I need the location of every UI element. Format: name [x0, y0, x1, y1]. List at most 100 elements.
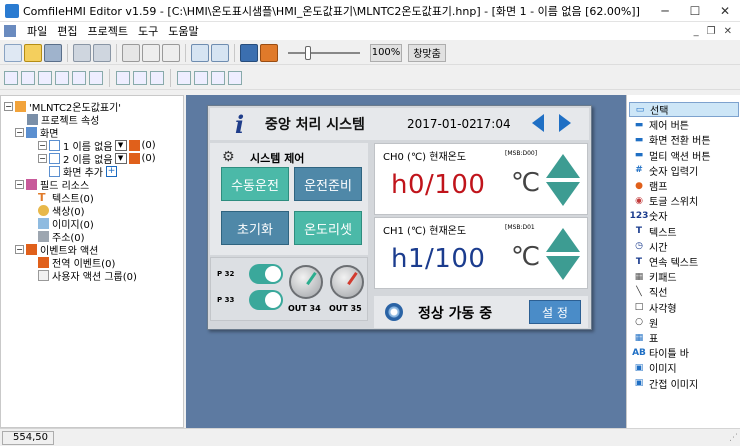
next-screen-arrow-icon[interactable]: [559, 114, 571, 132]
palette-item-text[interactable]: T 텍스트: [629, 224, 739, 239]
palette-item-toggle-switch[interactable]: ◉ 토글 스위치: [629, 193, 739, 209]
tree-screens[interactable]: − 화면: [15, 126, 58, 140]
align-left-icon[interactable]: [4, 70, 18, 85]
screen-1-event-icon[interactable]: [128, 140, 140, 151]
palette-item-label: 화면 전환 버튼: [649, 136, 711, 148]
align-right-icon[interactable]: [38, 70, 52, 85]
fit-window-button[interactable]: 창맞춤: [408, 43, 446, 62]
out35-knob[interactable]: [330, 265, 364, 299]
line-icon: ╲: [636, 286, 642, 297]
send-back-icon[interactable]: [228, 70, 242, 85]
redo-icon[interactable]: [93, 43, 111, 62]
screen-settings-icon[interactable]: [191, 43, 209, 62]
mdi-restore-button[interactable]: ❐: [707, 26, 716, 37]
palette-item-image[interactable]: ▣ 이미지: [629, 360, 739, 376]
open-project-icon[interactable]: [24, 43, 42, 62]
ch1-up-arrow-icon[interactable]: [546, 228, 580, 252]
monitor-icon[interactable]: [240, 43, 258, 62]
collapse-icon[interactable]: −: [38, 154, 47, 163]
palette-item-circle[interactable]: ○ 원: [629, 315, 739, 330]
previous-screen-arrow-icon[interactable]: [532, 114, 544, 132]
same-height-icon[interactable]: [133, 70, 147, 85]
design-canvas[interactable]: i 중앙 처리 시스템 2017-01-02 17:04 ⚙ 시스템 제어 수동…: [186, 95, 626, 428]
undo-icon[interactable]: [73, 43, 91, 62]
palette-item-multi-action-button[interactable]: ▬ 멀티 액션 버튼: [629, 148, 739, 163]
collapse-icon[interactable]: −: [38, 141, 47, 150]
collapse-icon[interactable]: −: [15, 128, 24, 137]
zoom-slider[interactable]: [286, 44, 362, 62]
add-screen-icon[interactable]: [211, 43, 229, 62]
ch0-up-arrow-icon[interactable]: [546, 154, 580, 178]
palette-item-control-button[interactable]: ▬ 제어 버튼: [629, 117, 739, 133]
document-icon[interactable]: [4, 25, 16, 37]
status-text: 정상 가동 중: [418, 306, 493, 322]
palette-item-line[interactable]: ╲ 직선: [629, 284, 739, 300]
menu-project[interactable]: 프로젝트: [83, 23, 133, 39]
space-horizontal-icon[interactable]: [177, 70, 191, 85]
palette-item-scroll-text[interactable]: T 연속 텍스트: [629, 254, 739, 270]
download-icon[interactable]: [260, 43, 278, 62]
collapse-icon[interactable]: −: [15, 245, 24, 254]
ch0-down-arrow-icon[interactable]: [546, 182, 580, 206]
resize-grip-icon[interactable]: ⋰: [729, 433, 738, 443]
palette-item-select[interactable]: ▭ 선택: [629, 102, 739, 117]
close-button[interactable]: ✕: [710, 0, 740, 22]
p33-toggle[interactable]: [249, 290, 283, 310]
palette-item-number-input[interactable]: # 숫자 입력기: [629, 163, 739, 178]
menu-edit[interactable]: 편집: [52, 23, 82, 39]
palette-item-screen-switch-button[interactable]: ▬ 화면 전환 버튼: [629, 132, 739, 148]
mdi-minimize-button[interactable]: _: [694, 26, 699, 37]
hmi-screen[interactable]: i 중앙 처리 시스템 2017-01-02 17:04 ⚙ 시스템 제어 수동…: [207, 105, 592, 330]
palette-item-title-bar[interactable]: AB 타이틀 바: [629, 345, 739, 361]
align-top-icon[interactable]: [55, 70, 69, 85]
zoom-100-button[interactable]: 100%: [370, 43, 402, 62]
palette-item-lamp[interactable]: ● 램프: [629, 178, 739, 194]
setting-button[interactable]: 설 정: [529, 300, 581, 324]
palette-item-indirect-image[interactable]: ▣ 간접 이미지: [629, 376, 739, 391]
init-button[interactable]: 초기화: [221, 211, 289, 245]
out34-knob[interactable]: [289, 265, 323, 299]
copy-icon[interactable]: [142, 43, 160, 62]
palette-item-label: 사각형: [649, 303, 677, 315]
align-bottom-icon[interactable]: [89, 70, 103, 85]
clock-icon: ◷: [635, 241, 643, 252]
tree-project-props[interactable]: 프로젝트 속성: [27, 113, 99, 127]
bring-front-icon[interactable]: [211, 70, 225, 85]
mdi-close-button[interactable]: ✕: [724, 26, 732, 37]
keypad-icon: ▦: [634, 271, 644, 282]
menu-help[interactable]: 도움말: [163, 23, 203, 39]
screen-2-dropdown[interactable]: ▼: [114, 153, 127, 164]
p32-toggle[interactable]: [249, 264, 283, 284]
palette-item-table[interactable]: ▦ 표: [629, 330, 739, 346]
collapse-icon[interactable]: −: [4, 102, 13, 111]
run-prep-button[interactable]: 운전준비: [294, 167, 362, 201]
maximize-button[interactable]: ☐: [680, 0, 710, 22]
space-vertical-icon[interactable]: [194, 70, 208, 85]
align-center-icon[interactable]: [21, 70, 35, 85]
collapse-icon[interactable]: −: [15, 180, 24, 189]
palette-item-rectangle[interactable]: □ 사각형: [629, 300, 739, 315]
palette-item-label: 시간: [649, 242, 668, 254]
menu-tools[interactable]: 도구: [133, 23, 163, 39]
palette-item-number[interactable]: 123 숫자: [629, 208, 739, 224]
add-screen-button[interactable]: +: [105, 166, 117, 177]
temp-reset-button[interactable]: 온도리셋: [294, 211, 362, 245]
ch1-down-arrow-icon[interactable]: [546, 256, 580, 280]
screen-1-dropdown[interactable]: ▼: [114, 140, 127, 151]
palette-item-clock[interactable]: ◷ 시간: [629, 239, 739, 254]
paste-icon[interactable]: [162, 43, 180, 62]
palette-item-label: 숫자: [649, 212, 668, 224]
same-width-icon[interactable]: [116, 70, 130, 85]
cut-icon[interactable]: [122, 43, 140, 62]
align-middle-icon[interactable]: [72, 70, 86, 85]
new-file-icon[interactable]: [4, 43, 22, 62]
save-icon[interactable]: [44, 43, 62, 62]
screen-2-event-icon[interactable]: [128, 153, 140, 164]
manual-run-button[interactable]: 수동운전: [221, 167, 289, 201]
tree-user-action-group[interactable]: 사용자 액션 그룹(0): [38, 269, 137, 283]
minimize-button[interactable]: ─: [650, 0, 680, 22]
same-size-icon[interactable]: [150, 70, 164, 85]
menu-file[interactable]: 파일: [22, 23, 52, 39]
palette-item-keypad[interactable]: ▦ 키패드: [629, 269, 739, 285]
zoom-slider-thumb[interactable]: [305, 45, 311, 60]
